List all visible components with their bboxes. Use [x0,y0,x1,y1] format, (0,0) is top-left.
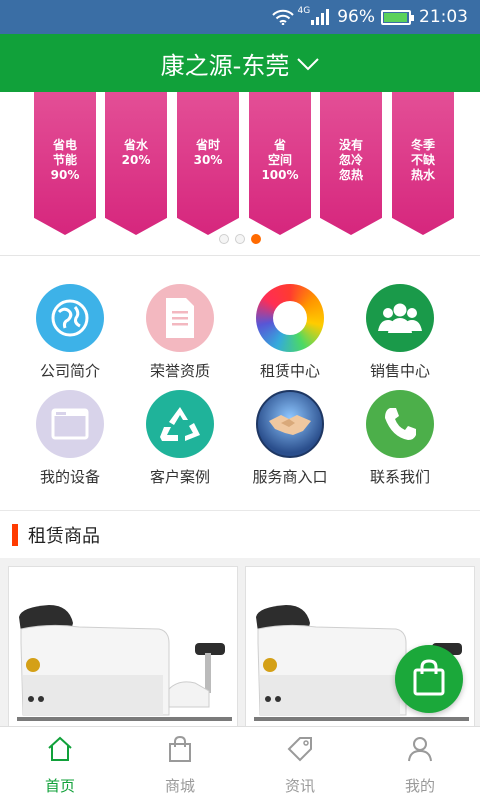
cart-fab-button[interactable] [395,645,463,713]
grid-item-label: 销售中心 [369,362,430,380]
grid-item-label: 客户案例 [149,468,210,486]
carousel-dot-active[interactable] [251,234,261,244]
wifi-icon [271,9,294,25]
recycle-icon [146,390,214,458]
grid-item-label: 我的设备 [39,468,100,486]
tab-home[interactable]: 首页 [0,727,120,800]
home-icon [46,735,74,767]
handshake-icon [256,390,324,458]
grid-item-my-devices[interactable]: 我的设备 [10,390,130,487]
document-icon [146,284,214,352]
grid-item-label: 公司简介 [39,362,100,380]
battery-icon [381,9,414,25]
battery-level [384,12,408,22]
tab-label: 首页 [44,777,75,795]
grid-item-provider-portal[interactable]: 服务商入口 [230,390,350,487]
banner-ribbon: 省电 节能 90% [34,92,96,235]
signal-icon: 4G [297,6,330,25]
grid-item-label: 服务商入口 [252,468,328,486]
banner-ribbon: 没有 忽冷 忽热 [320,92,382,235]
banner-ribbon: 省时 30% [177,92,239,235]
network-type: 4G [297,6,311,16]
grid-item-honors[interactable]: 荣誉资质 [120,284,240,381]
grid-item-label: 租赁中心 [259,362,320,380]
product-card[interactable] [8,566,238,728]
product-image [17,605,232,721]
section-accent-bar [12,523,18,546]
section-title: 租赁商品 [28,525,100,547]
banner-ribbon: 省水 20% [105,92,167,235]
phone-icon [366,390,434,458]
chevron-down-icon [297,49,320,77]
grid-item-sales-center[interactable]: 销售中心 [340,284,460,381]
carousel-indicator [0,234,480,244]
user-icon [406,735,434,767]
banner-ribbon: 冬季 不缺 热水 [392,92,454,235]
tab-news[interactable]: 资讯 [240,727,360,800]
tab-label: 商城 [164,777,195,795]
tag-icon [286,735,314,767]
globe-icon [36,284,104,352]
window-icon [36,390,104,458]
tab-label: 资讯 [284,777,315,795]
shopping-bag-icon [166,735,194,767]
grid-item-label: 荣誉资质 [149,362,210,380]
bottom-tab-bar: 首页 商城 资讯 我的 [0,726,480,800]
battery-percent: 96% [337,7,375,27]
clock: 21:03 [419,7,468,27]
grid-item-customer-cases[interactable]: 客户案例 [120,390,240,487]
tab-mine[interactable]: 我的 [360,727,480,800]
tab-label: 我的 [404,777,435,795]
city-selector[interactable]: 康之源-东莞 [0,34,480,92]
grid-item-contact-us[interactable]: 联系我们 [340,390,460,487]
carousel-dot[interactable] [235,234,245,244]
shopping-bag-icon [412,658,446,700]
banner-carousel[interactable]: 省电 节能 90% 省水 20% 省时 30% 省 空间 100% 没有 忽冷 … [0,92,480,256]
page-title: 康之源-东莞 [160,51,290,80]
grid-item-company-intro[interactable]: 公司简介 [10,284,130,381]
carousel-dot[interactable] [219,234,229,244]
grid-item-rental-center[interactable]: 租赁中心 [230,284,350,381]
status-bar: 4G 96% 21:03 [0,0,480,34]
tab-mall[interactable]: 商城 [120,727,240,800]
group-icon [366,284,434,352]
rainbow-ring-icon [256,284,324,352]
banner-ribbon: 省 空间 100% [249,92,311,235]
grid-item-label: 联系我们 [369,468,430,486]
section-header: 租赁商品 [0,510,480,558]
